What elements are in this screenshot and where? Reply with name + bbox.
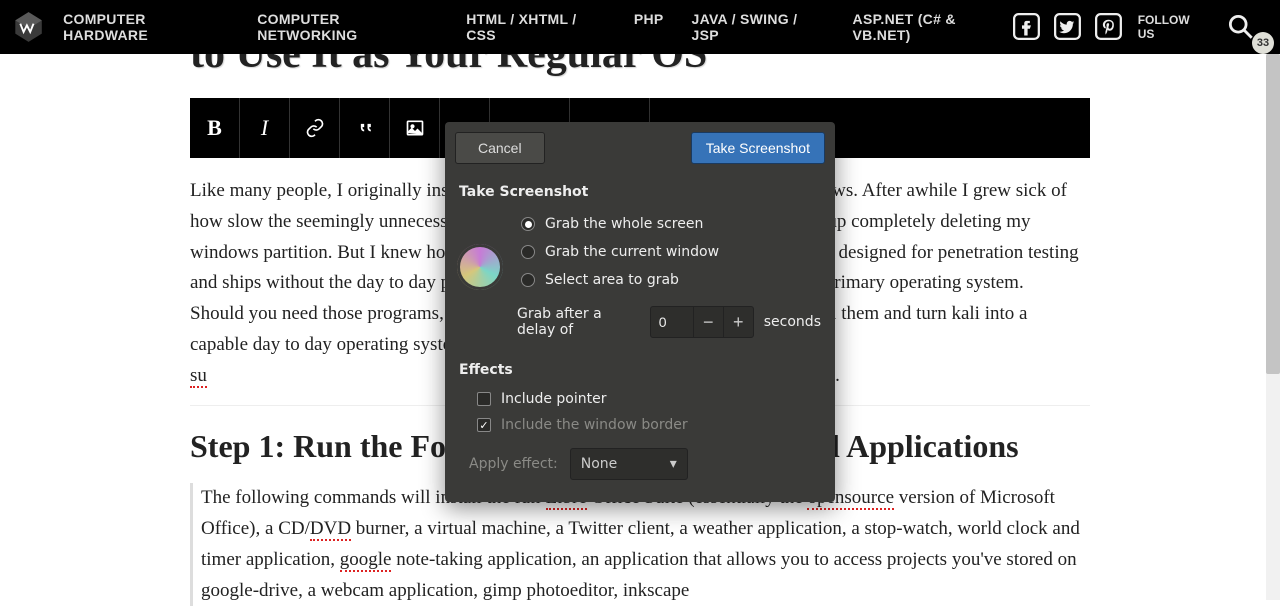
screenshot-dialog: Cancel Take Screenshot Take Screenshot G… (445, 122, 835, 502)
radio-whole-screen[interactable]: Grab the whole screen (459, 210, 821, 238)
nav-java[interactable]: JAVA / SWING / JSP (692, 11, 825, 43)
nav-php[interactable]: PHP (634, 11, 664, 43)
checkbox-icon: ✓ (477, 418, 491, 432)
image-button[interactable] (390, 98, 440, 158)
delay-stepper[interactable]: − + (650, 306, 754, 338)
delay-increment[interactable]: + (723, 306, 753, 338)
link-button[interactable] (290, 98, 340, 158)
radio-current-window[interactable]: Grab the current window (459, 238, 821, 266)
apply-effect-dropdown[interactable]: None ▾ (570, 448, 688, 480)
radio-select-area[interactable]: Select area to grab (459, 266, 821, 294)
nav-html[interactable]: HTML / XHTML / CSS (466, 11, 606, 43)
include-pointer-label: Include pointer (501, 391, 607, 407)
radio-icon (521, 245, 535, 259)
nav-links: COMPUTER HARDWARE COMPUTER NETWORKING HT… (63, 11, 1013, 43)
section-effects: Effects (459, 362, 821, 378)
dropdown-value: None (581, 456, 618, 472)
nav-right: FOLLOW US 33 (1013, 13, 1268, 41)
dialog-header: Cancel Take Screenshot (445, 122, 835, 174)
spell-dvd: DVD (310, 518, 351, 541)
radio-window-label: Grab the current window (545, 244, 719, 260)
apply-effect-label: Apply effect: (469, 456, 558, 472)
take-screenshot-button[interactable]: Take Screenshot (691, 132, 825, 164)
cancel-button[interactable]: Cancel (455, 132, 545, 164)
search-icon[interactable] (1227, 13, 1254, 41)
screenshot-app-icon (457, 244, 503, 290)
body-link-su[interactable]: su (190, 365, 207, 388)
radio-icon (521, 217, 535, 231)
include-border-label: Include the window border (501, 417, 688, 433)
spell-google: google (340, 549, 392, 572)
site-logo[interactable] (12, 10, 45, 44)
delay-input[interactable] (651, 314, 693, 330)
nav-aspnet[interactable]: ASP.NET (C# & VB.NET) (853, 11, 1013, 43)
checkbox-icon (477, 392, 491, 406)
radio-whole-label: Grab the whole screen (545, 216, 703, 232)
scrollbar-thumb[interactable] (1266, 54, 1280, 374)
nav-hardware[interactable]: COMPUTER HARDWARE (63, 11, 229, 43)
twitter-icon[interactable] (1054, 13, 1081, 41)
notification-badge[interactable]: 33 (1252, 32, 1274, 54)
quote-button[interactable] (340, 98, 390, 158)
nav-networking[interactable]: COMPUTER NETWORKING (257, 11, 438, 43)
section-take-screenshot: Take Screenshot (459, 184, 821, 200)
delay-row: Grab after a delay of − + seconds (459, 294, 821, 344)
scrollbar-track[interactable] (1266, 54, 1280, 600)
delay-label-pre: Grab after a delay of (517, 306, 640, 338)
checkbox-include-border: ✓ Include the window border (459, 412, 821, 438)
radio-area-label: Select area to grab (545, 272, 679, 288)
follow-us-label: FOLLOW US (1138, 13, 1207, 41)
italic-button[interactable]: I (240, 98, 290, 158)
delay-decrement[interactable]: − (693, 306, 723, 338)
bold-button[interactable]: B (190, 98, 240, 158)
dialog-body: Take Screenshot Grab the whole screen Gr… (445, 174, 835, 502)
facebook-icon[interactable] (1013, 13, 1040, 41)
top-navbar: COMPUTER HARDWARE COMPUTER NETWORKING HT… (0, 0, 1280, 54)
apply-effect-row: Apply effect: None ▾ (459, 438, 821, 484)
pinterest-icon[interactable] (1095, 13, 1122, 41)
chevron-down-icon: ▾ (670, 456, 677, 472)
delay-label-post: seconds (764, 314, 821, 330)
radio-icon (521, 273, 535, 287)
checkbox-include-pointer[interactable]: Include pointer (459, 386, 821, 412)
